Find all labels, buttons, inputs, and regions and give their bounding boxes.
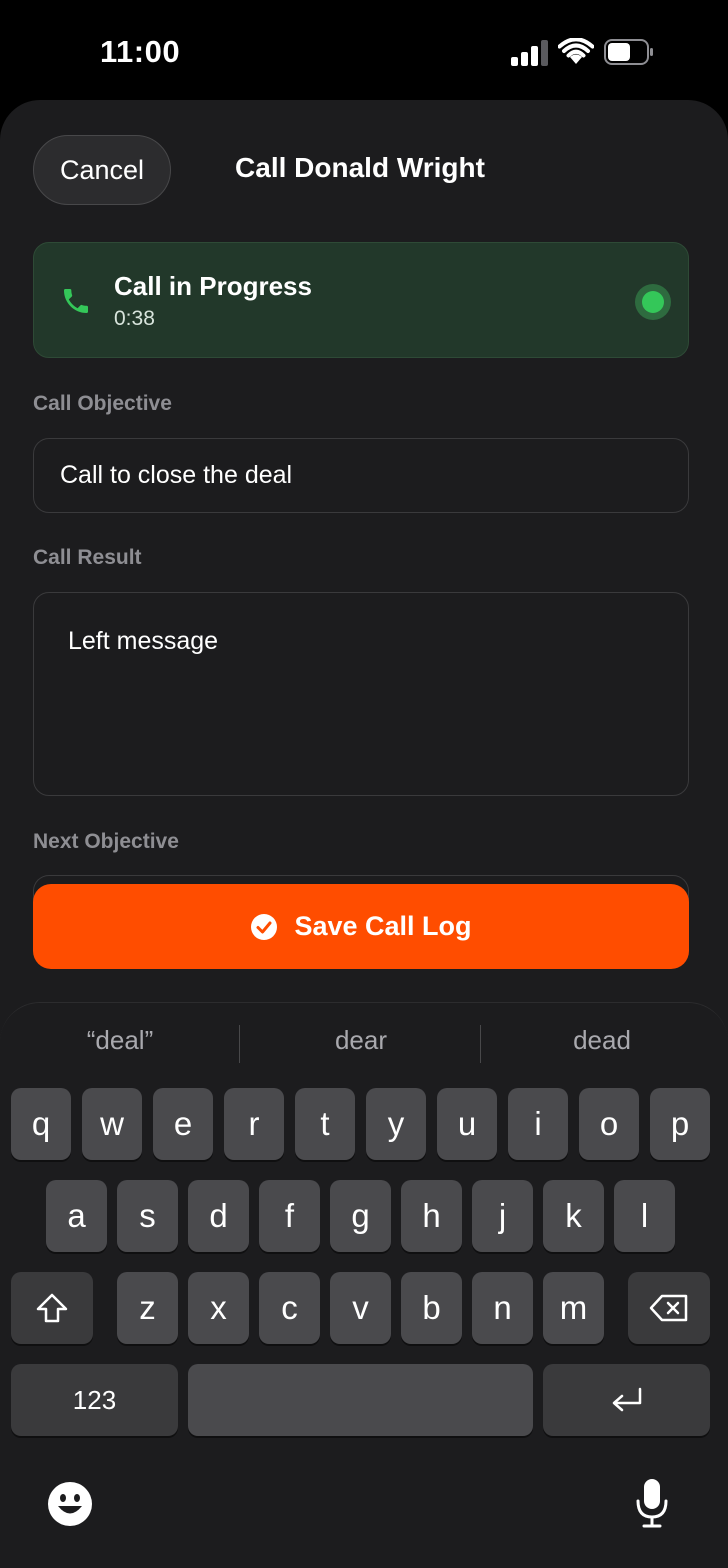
suggestion-divider [239, 1025, 240, 1063]
key[interactable]: t [295, 1088, 355, 1160]
next-objective-label: Next Objective [33, 830, 179, 853]
shift-key[interactable] [11, 1272, 93, 1344]
key[interactable]: d [188, 1180, 249, 1252]
key[interactable]: l [614, 1180, 675, 1252]
key[interactable]: e [153, 1088, 213, 1160]
key[interactable]: v [330, 1272, 391, 1344]
checkmark-circle-icon [251, 913, 278, 940]
suggestion-2[interactable]: dear [241, 1025, 481, 1065]
key[interactable]: a [46, 1180, 107, 1252]
key[interactable]: s [117, 1180, 178, 1252]
call-result-label: Call Result [33, 546, 142, 569]
sheet-title: Call Donald Wright [235, 152, 485, 183]
key[interactable]: j [472, 1180, 533, 1252]
call-in-progress-banner: Call in Progress 0:38 [33, 242, 689, 358]
numbers-key[interactable]: 123 [11, 1364, 178, 1436]
save-call-log-button[interactable]: Save Call Log [33, 884, 689, 969]
call-result-textarea[interactable]: Left message [33, 592, 689, 796]
key[interactable]: g [330, 1180, 391, 1252]
status-time: 11:00 [100, 34, 181, 69]
key[interactable]: o [579, 1088, 639, 1160]
key[interactable]: i [508, 1088, 568, 1160]
suggestion-3[interactable]: dead [482, 1025, 722, 1065]
phone-icon [64, 289, 88, 313]
save-call-log-label: Save Call Log [294, 911, 472, 941]
key[interactable]: k [543, 1180, 604, 1252]
key[interactable]: h [401, 1180, 462, 1252]
key[interactable]: w [82, 1088, 142, 1160]
return-icon [612, 1387, 641, 1412]
key[interactable]: p [650, 1088, 710, 1160]
emoji-icon[interactable] [47, 1481, 93, 1527]
key[interactable]: y [366, 1088, 426, 1160]
key[interactable]: m [543, 1272, 604, 1344]
delete-icon [649, 1294, 688, 1322]
cellular-signal-icon [511, 40, 549, 66]
key[interactable]: b [401, 1272, 462, 1344]
key[interactable]: f [259, 1180, 320, 1252]
delete-key[interactable] [628, 1272, 710, 1344]
cancel-button[interactable]: Cancel [33, 135, 171, 205]
wifi-icon [558, 38, 594, 64]
keyboard: “deal” dear dead q w e r t y u i o p a s… [0, 1002, 728, 1568]
shift-icon [36, 1293, 68, 1323]
key[interactable]: c [259, 1272, 320, 1344]
return-key[interactable] [543, 1364, 710, 1436]
status-bar: 11:00 [0, 0, 728, 100]
suggestion-divider [480, 1025, 481, 1063]
key[interactable]: q [11, 1088, 71, 1160]
key[interactable]: z [117, 1272, 178, 1344]
microphone-icon[interactable] [634, 1477, 670, 1529]
space-key[interactable] [188, 1364, 533, 1436]
key[interactable]: u [437, 1088, 497, 1160]
call-status: Call in Progress [114, 271, 312, 301]
call-timer: 0:38 [114, 307, 155, 330]
call-objective-input[interactable]: Call to close the deal [33, 438, 689, 513]
call-objective-label: Call Objective [33, 392, 172, 415]
suggestion-1[interactable]: “deal” [0, 1025, 240, 1065]
key[interactable]: r [224, 1088, 284, 1160]
key[interactable]: x [188, 1272, 249, 1344]
battery-icon [604, 39, 653, 65]
key[interactable]: n [472, 1272, 533, 1344]
live-indicator-icon [635, 284, 671, 320]
